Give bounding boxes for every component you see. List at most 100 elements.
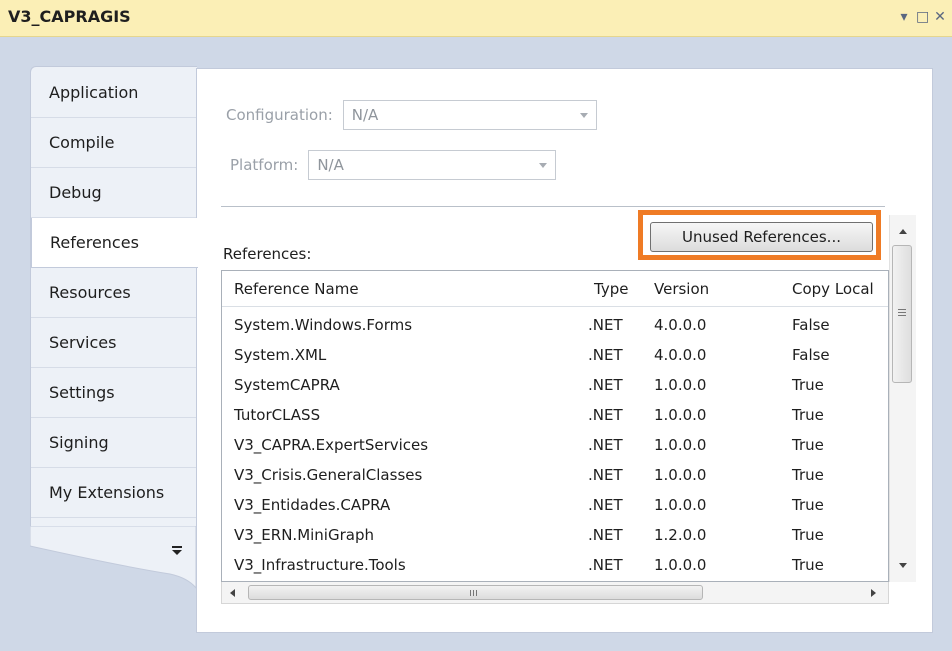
- scroll-right-icon[interactable]: [871, 589, 876, 597]
- column-header-type[interactable]: Type: [594, 280, 628, 298]
- cell-copy-local: True: [792, 466, 824, 484]
- cell-reference-name: System.XML: [234, 346, 327, 364]
- tab-label: Services: [49, 333, 117, 352]
- tab-references[interactable]: References: [31, 218, 198, 268]
- tab-signing[interactable]: Signing: [31, 418, 197, 468]
- tab-label: My Extensions: [49, 483, 165, 502]
- tabs-tail-decoration: [30, 526, 196, 589]
- cell-type: .NET: [588, 406, 623, 424]
- cell-reference-name: System.Windows.Forms: [234, 316, 413, 334]
- scroll-thumb[interactable]: [892, 245, 912, 383]
- table-row[interactable]: V3_Infrastructure.Tools .NET 1.0.0.0 True: [222, 549, 888, 579]
- cell-copy-local: False: [792, 346, 830, 364]
- table-row[interactable]: System.Windows.Forms .NET 4.0.0.0 False: [222, 309, 888, 339]
- table-row[interactable]: V3_CAPRA.ExpertServices .NET 1.0.0.0 True: [222, 429, 888, 459]
- tab-compile[interactable]: Compile: [31, 118, 197, 168]
- cell-reference-name: V3_Crisis.GeneralClasses: [234, 466, 423, 484]
- tab-label: References: [50, 233, 139, 252]
- cell-copy-local: False: [792, 316, 830, 334]
- cell-type: .NET: [588, 316, 623, 334]
- cell-type: .NET: [588, 556, 623, 574]
- cell-reference-name: V3_CAPRA.ExpertServices: [234, 436, 429, 454]
- tab-label: Debug: [49, 183, 102, 202]
- configuration-value: N/A: [351, 106, 379, 124]
- cell-copy-local: True: [792, 496, 824, 514]
- vertical-scrollbar[interactable]: [889, 215, 916, 582]
- references-list[interactable]: Reference Name Type Version Copy Local S…: [221, 270, 889, 582]
- configuration-row: Configuration: N/A: [226, 100, 597, 130]
- cell-version: 1.0.0.0: [654, 556, 707, 574]
- configuration-combo[interactable]: N/A: [342, 100, 597, 130]
- scroll-up-icon[interactable]: [899, 229, 907, 234]
- table-row[interactable]: SystemCAPRA .NET 1.0.0.0 True: [222, 369, 888, 399]
- cell-type: .NET: [588, 346, 623, 364]
- maximize-icon[interactable]: □: [916, 8, 929, 26]
- scroll-down-icon[interactable]: [899, 563, 907, 568]
- platform-row: Platform: N/A: [230, 150, 557, 180]
- list-header: Reference Name Type Version Copy Local: [222, 271, 888, 307]
- platform-label: Platform:: [230, 156, 299, 174]
- table-row[interactable]: System.XML .NET 4.0.0.0 False: [222, 339, 888, 369]
- tab-my-extensions[interactable]: My Extensions: [31, 468, 197, 518]
- unused-references-button[interactable]: Unused References...: [650, 222, 873, 252]
- window-titlebar: V3_CAPRAGIS ▾ □ ✕: [0, 0, 952, 37]
- cell-version: 4.0.0.0: [654, 316, 707, 334]
- window-title: V3_CAPRAGIS: [8, 7, 131, 26]
- tab-label: Compile: [49, 133, 115, 152]
- tab-label: Signing: [49, 433, 109, 452]
- cell-copy-local: True: [792, 376, 824, 394]
- cell-copy-local: True: [792, 436, 824, 454]
- horizontal-scrollbar[interactable]: [221, 582, 889, 604]
- cell-copy-local: True: [792, 406, 824, 424]
- project-tabs: Application Compile Debug References Res…: [30, 66, 198, 589]
- configuration-label: Configuration:: [226, 106, 333, 124]
- cell-version: 4.0.0.0: [654, 346, 707, 364]
- grip-icon: [898, 309, 906, 316]
- hscroll-thumb[interactable]: [248, 585, 703, 600]
- cell-reference-name: SystemCAPRA: [234, 376, 340, 394]
- platform-value: N/A: [317, 156, 344, 174]
- close-icon[interactable]: ✕: [934, 8, 946, 26]
- tab-label: Application: [49, 83, 139, 102]
- cell-reference-name: V3_Entidades.CAPRA: [234, 496, 391, 514]
- table-row[interactable]: V3_Crisis.GeneralClasses .NET 1.0.0.0 True: [222, 459, 888, 489]
- scroll-left-icon[interactable]: [230, 589, 235, 597]
- cell-reference-name: V3_Infrastructure.Tools: [234, 556, 406, 574]
- tab-services[interactable]: Services: [31, 318, 197, 368]
- tab-settings[interactable]: Settings: [31, 368, 197, 418]
- chevron-down-icon: [579, 113, 588, 118]
- tab-resources[interactable]: Resources: [31, 268, 197, 318]
- cell-version: 1.0.0.0: [654, 406, 707, 424]
- cell-version: 1.0.0.0: [654, 466, 707, 484]
- cell-version: 1.0.0.0: [654, 376, 707, 394]
- cell-type: .NET: [588, 376, 623, 394]
- window-controls: ▾ □ ✕: [898, 8, 946, 26]
- grip-icon: [470, 590, 477, 596]
- tab-application[interactable]: Application: [31, 68, 197, 118]
- cell-type: .NET: [588, 496, 623, 514]
- cell-copy-local: True: [792, 526, 824, 544]
- table-row[interactable]: TutorCLASS .NET 1.0.0.0 True: [222, 399, 888, 429]
- separator: [221, 206, 885, 207]
- column-header-copy-local[interactable]: Copy Local: [792, 280, 874, 298]
- cell-type: .NET: [588, 526, 623, 544]
- column-header-version[interactable]: Version: [654, 280, 709, 298]
- more-tabs-icon[interactable]: [170, 544, 184, 558]
- table-row[interactable]: V3_ERN.MiniGraph .NET 1.2.0.0 True: [222, 519, 888, 549]
- cell-version: 1.0.0.0: [654, 436, 707, 454]
- table-row[interactable]: V3_Entidades.CAPRA .NET 1.0.0.0 True: [222, 489, 888, 519]
- cell-type: .NET: [588, 436, 623, 454]
- cell-copy-local: True: [792, 556, 824, 574]
- tab-debug[interactable]: Debug: [31, 168, 197, 218]
- cell-reference-name: TutorCLASS: [234, 406, 321, 424]
- tab-label: Settings: [49, 383, 115, 402]
- cell-version: 1.2.0.0: [654, 526, 707, 544]
- window-dropdown-icon[interactable]: ▾: [898, 8, 910, 26]
- cell-reference-name: V3_ERN.MiniGraph: [234, 526, 374, 544]
- tab-label: Resources: [49, 283, 131, 302]
- chevron-down-icon: [539, 163, 548, 168]
- cell-type: .NET: [588, 466, 623, 484]
- references-label: References:: [223, 245, 312, 263]
- column-header-reference-name[interactable]: Reference Name: [234, 280, 359, 298]
- platform-combo[interactable]: N/A: [308, 150, 557, 180]
